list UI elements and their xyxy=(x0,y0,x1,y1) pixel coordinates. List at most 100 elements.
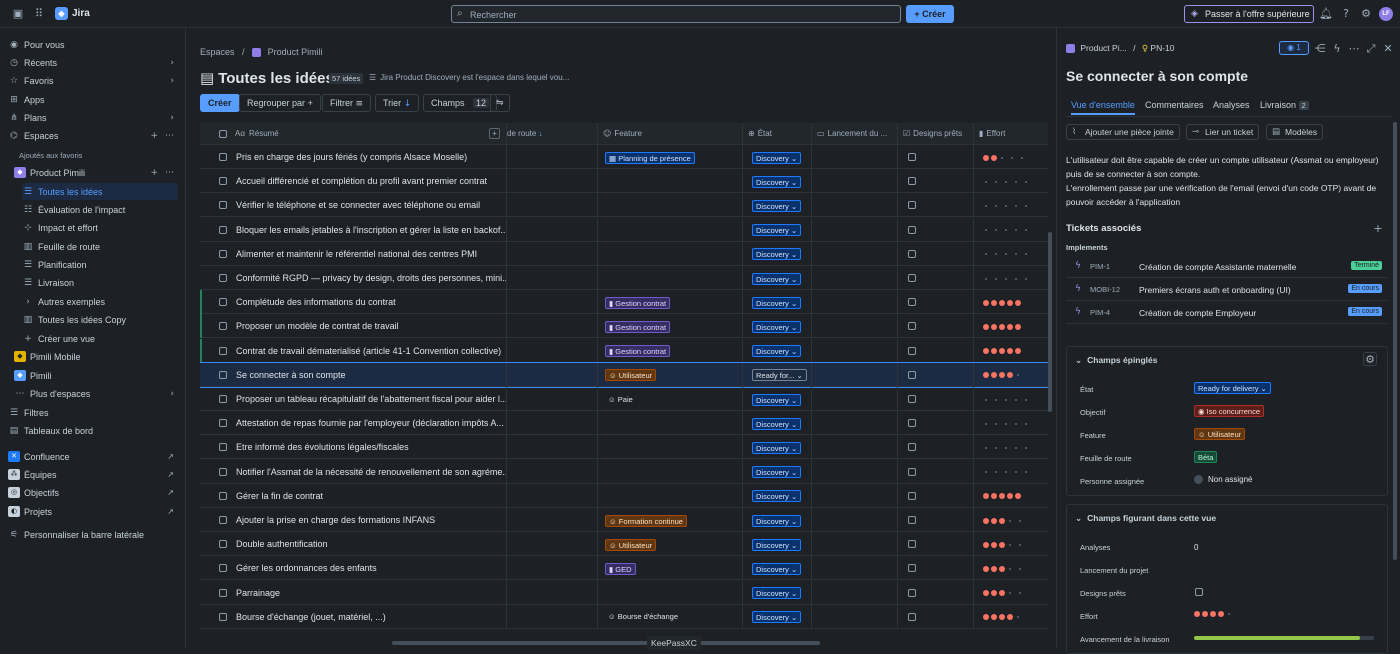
row-launch[interactable] xyxy=(812,435,898,460)
designs-checkbox[interactable] xyxy=(908,564,916,573)
row-checkbox[interactable] xyxy=(219,443,227,452)
row-summary[interactable]: Bloquer les emails jetables à l'inscript… xyxy=(236,217,507,242)
row-roadmap[interactable] xyxy=(507,532,598,557)
row-designs[interactable] xyxy=(898,604,974,629)
table-row[interactable]: Complétude des informations du contrat ▮ … xyxy=(200,290,1048,315)
row-feature[interactable] xyxy=(598,435,743,460)
row-state[interactable]: Discovery ⌄ xyxy=(743,169,812,194)
column-launch[interactable]: ▭ Lancement du ... xyxy=(812,123,898,145)
upgrade-button[interactable]: ◈ Passer à l'offre supérieure xyxy=(1184,5,1314,23)
table-row[interactable]: Se connecter à son compte ☺ Utilisateur Re… xyxy=(200,361,1048,388)
row-launch[interactable] xyxy=(812,314,898,339)
row-state[interactable]: Discovery ⌄ xyxy=(743,411,812,436)
row-feature[interactable] xyxy=(598,411,743,436)
row-launch[interactable] xyxy=(812,508,898,532)
sidebar-app-teams[interactable]: ⁂ Équipes ↗ xyxy=(8,466,180,483)
row-effort[interactable] xyxy=(974,266,1048,290)
row-designs[interactable] xyxy=(898,411,974,436)
row-roadmap[interactable] xyxy=(507,290,598,315)
row-feature[interactable]: ▮ Gestion contrat xyxy=(598,314,743,339)
designs-checkbox[interactable] xyxy=(908,153,916,161)
sidebar-view-planning[interactable]: ☰ Planification xyxy=(22,256,178,273)
row-effort[interactable] xyxy=(974,339,1048,363)
row-roadmap[interactable] xyxy=(507,362,598,387)
row-effort[interactable] xyxy=(974,556,1048,580)
sidebar-item-for-you[interactable]: ◉ Pour vous xyxy=(8,36,180,53)
plus-icon[interactable]: + xyxy=(150,168,158,178)
row-feature[interactable] xyxy=(598,483,743,508)
row-feature[interactable] xyxy=(598,241,743,266)
table-row[interactable]: Accueil différencié et complétion du pro… xyxy=(200,169,1048,194)
row-checkbox[interactable] xyxy=(219,540,227,549)
row-roadmap[interactable] xyxy=(507,145,598,169)
breadcrumb-spaces[interactable]: Espaces xyxy=(200,47,235,57)
gear-icon[interactable]: ⚙ xyxy=(1363,352,1377,366)
row-summary[interactable]: Conformité RGPD — privacy by design, dro… xyxy=(236,266,507,290)
row-summary[interactable]: Etre informé des évolutions légales/fisc… xyxy=(236,435,507,460)
designs-checkbox[interactable] xyxy=(908,298,916,307)
linked-ticket-row[interactable]: ϟ MOBI-12 Premiers écrans auth et onboardi… xyxy=(1066,279,1387,301)
sidebar-item-favorites[interactable]: ☆ Favoris › xyxy=(8,72,180,89)
table-row[interactable]: Vérifier le téléphone et se connecter av… xyxy=(200,193,1048,218)
row-checkbox[interactable] xyxy=(219,564,227,573)
row-checkbox[interactable] xyxy=(219,491,227,500)
row-roadmap[interactable] xyxy=(507,338,598,363)
row-designs[interactable] xyxy=(898,459,974,484)
table-row[interactable]: Bourse d'échange (jouet, matériel, ...) ☺… xyxy=(200,604,1048,629)
table-row[interactable]: Contrat de travail dématerialisé (articl… xyxy=(200,338,1048,363)
row-effort[interactable] xyxy=(974,484,1048,508)
row-checkbox[interactable] xyxy=(219,177,227,186)
row-feature[interactable]: ☺ Bourse d'échange xyxy=(598,604,743,629)
row-state[interactable]: Discovery ⌄ xyxy=(743,241,812,266)
row-launch[interactable] xyxy=(812,532,898,557)
designs-checkbox[interactable] xyxy=(908,370,916,379)
row-summary[interactable]: Proposer un tableau récapitulatif de l'a… xyxy=(236,387,507,411)
row-effort[interactable] xyxy=(974,242,1048,266)
row-checkbox[interactable] xyxy=(219,201,227,210)
sidebar-view-all-ideas[interactable]: ☰ Toutes les idées xyxy=(22,183,178,200)
create-idea-button[interactable]: Créer xyxy=(200,94,240,112)
fields-button[interactable]: Champs 12 xyxy=(423,94,498,112)
row-designs[interactable] xyxy=(898,169,974,194)
sidebar-toggle-icon[interactable]: ▣ xyxy=(11,7,25,21)
sidebar-view-impact-effort[interactable]: ⊹ Impact et effort xyxy=(22,219,178,236)
row-designs[interactable] xyxy=(898,435,974,460)
sidebar-project-pimili[interactable]: ◆ Pimili xyxy=(14,367,180,384)
table-row[interactable]: Double authentification ☺ Utilisateur Disc… xyxy=(200,532,1048,557)
row-effort[interactable] xyxy=(974,363,1048,387)
field-state-value[interactable]: Ready for delivery ⌄ xyxy=(1194,382,1271,394)
row-state[interactable]: Ready for... ⌄ xyxy=(743,362,812,387)
row-launch[interactable] xyxy=(812,411,898,436)
create-button[interactable]: + Créer xyxy=(906,5,954,23)
row-roadmap[interactable] xyxy=(507,604,598,629)
linked-ticket-row[interactable]: ϟ PIM-1 Création de compte Assistante mate… xyxy=(1066,256,1387,278)
row-roadmap[interactable] xyxy=(507,411,598,436)
table-row[interactable]: Notifier l'Assmat de la nécessité de ren… xyxy=(200,459,1048,484)
row-launch[interactable] xyxy=(812,290,898,315)
field-feature-value[interactable]: ☺ Utilisateur xyxy=(1194,428,1246,440)
row-effort[interactable] xyxy=(974,193,1048,217)
row-summary[interactable]: Accueil différencié et complétion du pro… xyxy=(236,169,507,194)
designs-checkbox[interactable] xyxy=(908,225,916,234)
row-feature[interactable]: ▦ Planning de présence xyxy=(598,145,743,169)
row-checkbox[interactable] xyxy=(219,346,227,355)
row-roadmap[interactable] xyxy=(507,387,598,411)
row-feature[interactable]: ☺ Utilisateur xyxy=(598,532,743,557)
row-roadmap[interactable] xyxy=(507,193,598,218)
field-goal-value[interactable]: ◉ Iso concurrence xyxy=(1194,405,1265,417)
row-designs[interactable] xyxy=(898,241,974,266)
row-designs[interactable] xyxy=(898,266,974,290)
sidebar-project-product-pimili[interactable]: ◆ Product Pimili + ⋯ xyxy=(14,164,180,181)
tab-overview[interactable]: Vue d'ensemble xyxy=(1071,100,1135,115)
row-feature[interactable]: ☺ Paie xyxy=(598,387,743,411)
more-icon[interactable]: ⋯ xyxy=(165,131,174,141)
row-designs[interactable] xyxy=(898,145,974,169)
panel-breadcrumb-project[interactable]: Product Pi... xyxy=(1080,43,1126,53)
table-row[interactable]: Attestation de repas fournie par l'emplo… xyxy=(200,411,1048,436)
row-designs[interactable] xyxy=(898,217,974,242)
tab-analyses[interactable]: Analyses xyxy=(1213,100,1250,110)
field-analyses-value[interactable]: 0 xyxy=(1194,543,1198,552)
row-launch[interactable] xyxy=(812,483,898,508)
row-roadmap[interactable] xyxy=(507,556,598,581)
row-effort[interactable] xyxy=(974,460,1048,484)
